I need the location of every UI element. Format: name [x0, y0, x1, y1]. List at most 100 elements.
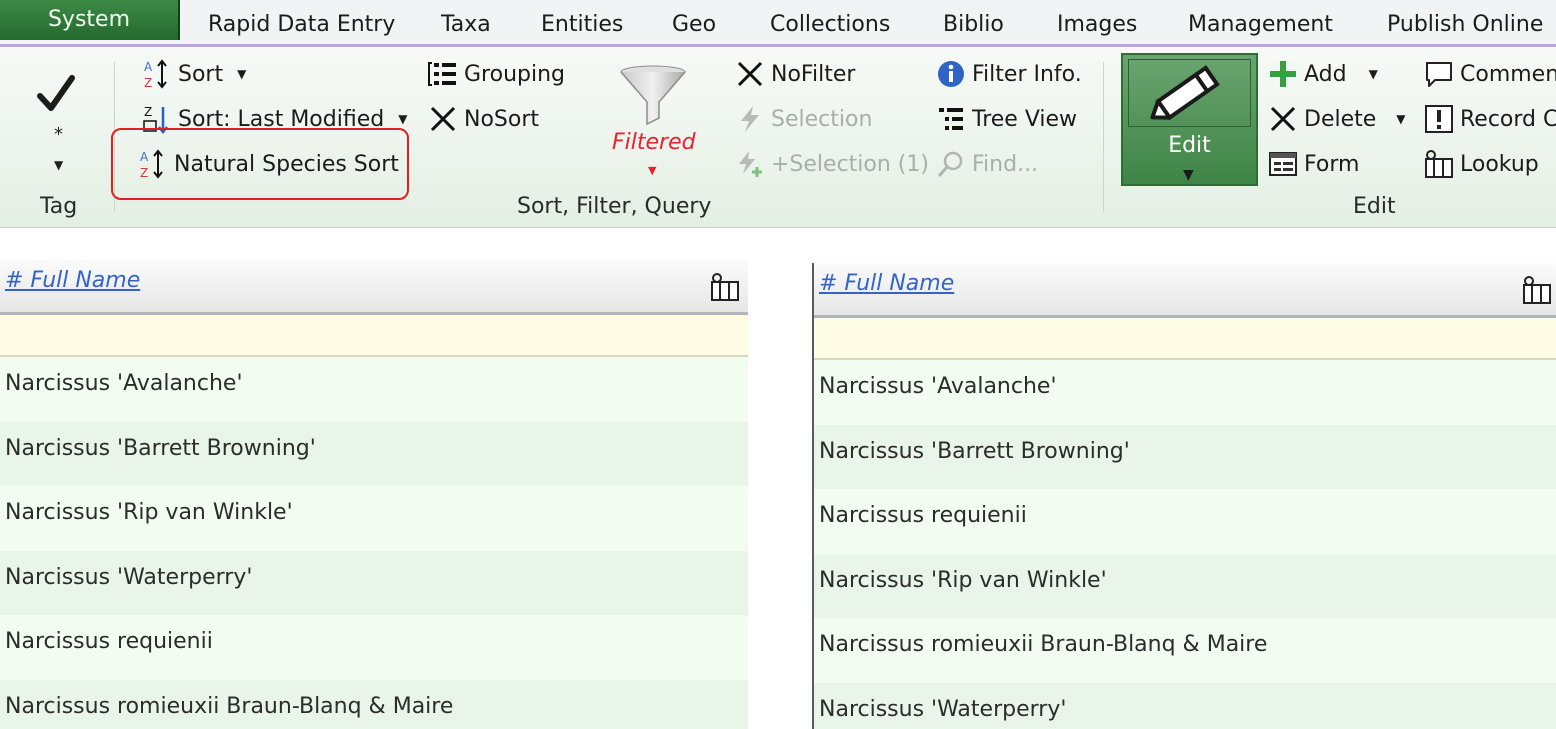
chevron-down-icon: ▼ — [648, 164, 657, 177]
grid-rows: Narcissus 'Avalanche' Narcissus 'Barrett… — [814, 360, 1556, 729]
table-row[interactable]: Narcissus 'Rip van Winkle' — [814, 553, 1556, 619]
tab-images[interactable]: Images — [1057, 0, 1137, 44]
menu-bar: System Rapid Data Entry Taxa Entities Ge… — [0, 0, 1556, 47]
info-icon — [938, 61, 964, 87]
edit-button[interactable]: Edit ▼ — [1121, 53, 1258, 186]
filter-row[interactable] — [814, 318, 1556, 360]
find-label: Find... — [972, 151, 1039, 177]
edit-label: Edit — [1168, 133, 1211, 158]
checkmark-icon — [37, 75, 75, 111]
chevron-down-icon: ▼ — [1183, 167, 1194, 183]
filtered-button[interactable]: Filtered ▼ — [606, 60, 701, 180]
callout-highlight — [111, 128, 409, 200]
table-row[interactable]: Narcissus 'Waterperry' — [0, 550, 748, 616]
grid-header: # Full Name — [814, 263, 1556, 318]
tab-publish-online[interactable]: Publish Online — [1387, 0, 1543, 44]
table-row[interactable]: Narcissus 'Waterperry' — [814, 682, 1556, 729]
record-button[interactable]: Record C — [1424, 101, 1556, 137]
grid-rows: Narcissus 'Avalanche' Narcissus 'Barrett… — [0, 357, 748, 729]
chevron-down-icon: ▼ — [54, 158, 64, 172]
table-row[interactable]: Narcissus requienii — [0, 615, 748, 680]
plus-selection-button[interactable]: +Selection (1) — [735, 146, 929, 182]
separator — [1103, 62, 1104, 212]
grouping-button[interactable]: Grouping — [428, 56, 565, 92]
selection-button[interactable]: Selection — [735, 101, 872, 137]
add-label: Add — [1304, 61, 1347, 87]
table-row[interactable]: Narcissus romieuxii Braun-Blanq & Maire — [814, 618, 1556, 683]
grouping-icon — [428, 62, 456, 86]
form-button[interactable]: Form — [1268, 146, 1359, 182]
right-grid: # Full Name Narcissus 'Avalanche' Narcis… — [812, 263, 1556, 729]
table-row[interactable]: Narcissus 'Barrett Browning' — [814, 424, 1556, 490]
plus-selection-label: +Selection (1) — [771, 151, 929, 177]
tab-management[interactable]: Management — [1188, 0, 1333, 44]
comment-label: Commen — [1460, 61, 1556, 87]
nosort-label: NoSort — [464, 106, 540, 132]
tree-view-label: Tree View — [972, 106, 1078, 132]
find-button[interactable]: Find... — [936, 146, 1038, 182]
column-chooser-icon[interactable] — [710, 272, 740, 302]
tab-system[interactable]: System — [0, 0, 180, 40]
grouping-label: Grouping — [464, 61, 565, 87]
tab-collections[interactable]: Collections — [770, 0, 890, 44]
delete-button[interactable]: Delete ▼ — [1268, 101, 1406, 137]
close-icon — [1270, 106, 1296, 132]
pencil-icon — [1150, 65, 1220, 121]
sort-az-icon: A Z — [144, 59, 167, 90]
sort-label: Sort — [178, 61, 224, 87]
funnel-icon — [620, 65, 686, 126]
filtered-label: Filtered — [612, 130, 696, 155]
lightning-plus-icon — [739, 151, 762, 177]
chevron-down-icon: ▼ — [1396, 112, 1406, 126]
form-label: Form — [1304, 151, 1360, 177]
tag-asterisk: * — [54, 124, 63, 145]
svg-text:A: A — [144, 60, 153, 74]
form-icon — [1269, 152, 1297, 176]
svg-text:Z: Z — [144, 105, 152, 119]
close-icon — [737, 61, 763, 87]
chevron-down-icon: ▼ — [237, 67, 247, 81]
selection-label: Selection — [771, 106, 873, 132]
nosort-button[interactable]: NoSort — [428, 101, 539, 137]
close-icon — [430, 106, 456, 132]
filter-info-button[interactable]: Filter Info. — [936, 56, 1082, 92]
nofilter-button[interactable]: NoFilter — [735, 56, 855, 92]
table-row[interactable]: Narcissus romieuxii Braun-Blanq & Maire — [0, 679, 748, 729]
tag-group-label: Tag — [40, 194, 78, 219]
table-row[interactable]: Narcissus 'Rip van Winkle' — [0, 486, 748, 551]
tab-rapid-data-entry[interactable]: Rapid Data Entry — [208, 0, 395, 44]
lookup-button[interactable]: Lookup — [1424, 146, 1539, 182]
add-button[interactable]: Add ▼ — [1268, 56, 1378, 92]
filter-info-label: Filter Info. — [972, 61, 1082, 87]
chevron-down-icon: ▼ — [1368, 67, 1378, 81]
chevron-down-icon: ▼ — [398, 112, 408, 126]
svg-text:Z: Z — [144, 76, 152, 90]
lookup-icon — [1425, 150, 1453, 178]
tree-view-icon — [939, 108, 963, 130]
nofilter-label: NoFilter — [771, 61, 856, 87]
plus-icon — [1270, 61, 1296, 87]
table-row[interactable]: Narcissus 'Avalanche' — [0, 357, 748, 422]
tab-entities[interactable]: Entities — [541, 0, 623, 44]
comment-button[interactable]: Commen — [1424, 56, 1556, 92]
tab-taxa[interactable]: Taxa — [441, 0, 491, 44]
tag-button[interactable]: * ▼ — [30, 72, 80, 182]
pencil-frame — [1128, 59, 1251, 127]
search-icon — [937, 151, 963, 177]
column-chooser-icon[interactable] — [1522, 275, 1552, 305]
tab-biblio[interactable]: Biblio — [943, 0, 1004, 44]
lookup-label: Lookup — [1460, 151, 1539, 177]
filter-row[interactable] — [0, 315, 748, 357]
table-row[interactable]: Narcissus 'Avalanche' — [814, 360, 1556, 425]
sort-button[interactable]: A Z Sort ▼ — [142, 56, 246, 92]
full-name-column-header[interactable]: # Full Name — [819, 271, 954, 296]
full-name-column-header[interactable]: # Full Name — [5, 268, 140, 293]
sort-filter-query-group-label: Sort, Filter, Query — [517, 194, 712, 219]
alert-box-icon — [1425, 105, 1453, 133]
left-grid: # Full Name Narcissus 'Avalanche' Narcis… — [0, 260, 748, 729]
delete-label: Delete — [1304, 106, 1377, 132]
tab-geo[interactable]: Geo — [672, 0, 716, 44]
tree-view-button[interactable]: Tree View — [936, 101, 1077, 137]
table-row[interactable]: Narcissus requienii — [814, 489, 1556, 554]
table-row[interactable]: Narcissus 'Barrett Browning' — [0, 421, 748, 487]
